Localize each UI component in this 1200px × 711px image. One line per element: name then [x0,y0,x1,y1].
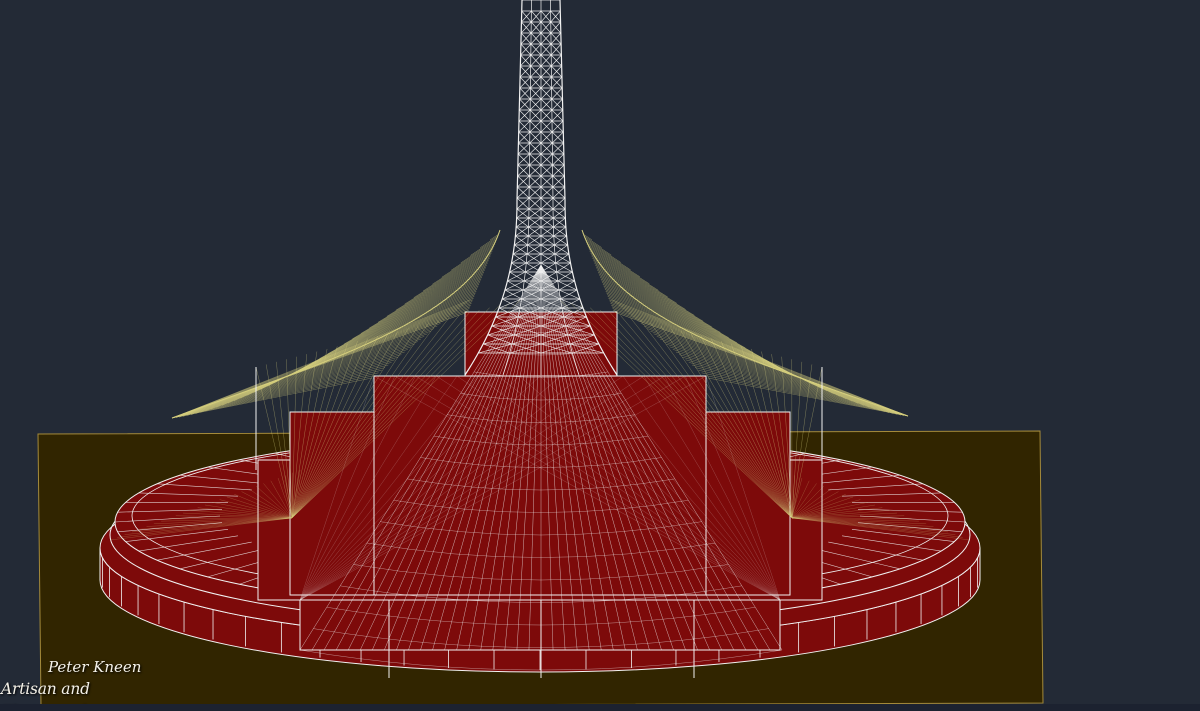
canopy-fan-left [171,349,408,419]
cad-viewport[interactable]: Peter Kneen Artisan and Photographer [0,0,1200,711]
canopy-fan-right [679,354,909,417]
block-front-plinth [299,594,781,651]
canopy-mesh-right [595,266,762,358]
canopy-mesh-left [296,271,485,372]
watermark: Peter Kneen Artisan and Photographer [0,656,200,711]
tower-diagonal [502,289,524,300]
canopy-fan-left [171,359,395,419]
tower-diagonal [507,271,526,282]
tower-diagonal [557,280,578,291]
canopy-mesh-right [595,264,754,353]
tower-diagonal [504,280,525,291]
watermark-name: Peter Kneen [48,658,142,676]
canopy-fan-left [171,357,399,419]
canopy-mesh-left [441,242,496,278]
canopy-mesh-right [597,270,777,367]
tower-diagonal [558,289,580,300]
canopy-mesh-right [588,249,677,304]
canopy-mesh-right [597,271,785,371]
canopy-mesh-right [588,247,668,298]
canopy-mesh-right [586,242,641,278]
canopy-fan-left [171,364,389,419]
viewport-bottom-edge [0,704,1200,711]
wireframe-model [37,0,1044,707]
tower-diagonal [561,298,580,309]
tower-diagonal [560,289,578,300]
canopy-mesh-left [303,270,485,368]
canopy-fan-right [685,359,909,417]
